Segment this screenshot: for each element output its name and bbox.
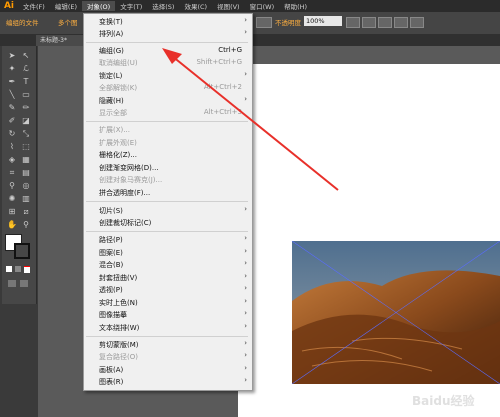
menu-select[interactable]: 选择(S) <box>147 1 179 11</box>
symbol-sprayer-tool-icon[interactable]: ✺ <box>6 193 18 204</box>
menu-item-group[interactable]: 编组(G) Ctrl+G <box>84 45 252 58</box>
menu-item-create-gradient-mesh[interactable]: 创建渐变网格(D)... <box>84 162 252 175</box>
object-menu-dropdown: 变换(T) › 排列(A) › 编组(G) Ctrl+G 取消编组(U) Shift+C… <box>83 13 253 391</box>
menu-item-image-trace[interactable]: 图像描摹 › <box>84 309 252 322</box>
selection-tool-icon[interactable]: ➤ <box>6 50 18 61</box>
scale-tool-icon[interactable]: ⤡ <box>20 128 32 139</box>
rotate-tool-icon[interactable]: ↻ <box>6 128 18 139</box>
menu-item-graph[interactable]: 图表(R) › <box>84 376 252 389</box>
menu-item-expand-appearance: 扩展外观(E) <box>99 139 137 147</box>
menu-item-arrange[interactable]: 排列(A) › <box>84 28 252 41</box>
free-transform-tool-icon[interactable]: ⬚ <box>20 141 32 152</box>
selection-count-label: 多个图 <box>58 19 78 27</box>
menu-item-expand: 扩展(X)... <box>99 126 130 134</box>
zoom-field[interactable]: 100% <box>304 16 342 26</box>
type-tool-icon[interactable]: T <box>20 76 32 87</box>
menu-item-hide[interactable]: 隐藏(H) › <box>84 95 252 108</box>
magic-wand-tool-icon[interactable]: ✦ <box>6 63 18 74</box>
menu-type[interactable]: 文字(T) <box>115 1 147 11</box>
menu-item-lock[interactable]: 锁定(L) › <box>84 70 252 83</box>
menu-item-envelope-distort[interactable]: 封套扭曲(V) › <box>84 272 252 285</box>
menu-item-flatten-transparency[interactable]: 拼合透明度(F)... <box>84 187 252 200</box>
isolate-icon[interactable] <box>394 17 408 28</box>
menu-item-clipping-mask[interactable]: 剪切蒙版(M) › <box>84 339 252 352</box>
eyedropper-tool-icon[interactable]: ⚲ <box>6 180 18 191</box>
menu-item-transform[interactable]: 变换(T) › <box>84 16 252 29</box>
color-mode-icon[interactable] <box>6 266 12 272</box>
graph-tool-icon[interactable]: ▥ <box>20 193 32 204</box>
stroke-color-swatch[interactable] <box>14 243 30 259</box>
rectangle-tool-icon[interactable]: ▭ <box>20 89 32 100</box>
mesh-tool-icon[interactable]: ⌗ <box>6 167 18 178</box>
menu-separator <box>86 121 248 122</box>
perspective-grid-tool-icon[interactable]: ▦ <box>20 154 32 165</box>
menu-item-slice[interactable]: 切片(S) › <box>84 205 252 218</box>
artboard-tool-icon[interactable]: ⊞ <box>6 206 18 217</box>
menu-item-show-all: 显示全部 Alt+Ctrl+3 <box>99 108 242 117</box>
eraser-tool-icon[interactable]: ◪ <box>20 115 32 126</box>
menu-separator <box>86 201 248 202</box>
document-tab-title: 未标题-3* <box>40 37 67 44</box>
menu-item-artboards[interactable]: 画板(A) › <box>84 364 252 377</box>
menu-view[interactable]: 视图(V) <box>212 1 245 11</box>
menu-separator <box>86 231 248 232</box>
document-tab[interactable]: 未标题-3* <box>36 35 86 46</box>
pen-tool-icon[interactable]: ✒ <box>6 76 18 87</box>
menu-item-unlock-all: 全部解锁(K) Alt+Ctrl+2 <box>99 83 242 92</box>
menu-item-create-object-mosaic: 创建对象马赛克(J)... <box>99 176 163 184</box>
options-icon[interactable] <box>410 17 424 28</box>
blob-brush-tool-icon[interactable]: ✐ <box>6 115 18 126</box>
hand-tool-icon[interactable]: ✋ <box>6 219 18 230</box>
menu-item-ungroup: 取消编组(U) Shift+Ctrl+G <box>99 58 242 67</box>
menu-object[interactable]: 对象(O) <box>82 1 116 11</box>
menu-effect[interactable]: 效果(C) <box>179 1 212 11</box>
menu-separator <box>86 42 248 43</box>
desert-photo[interactable] <box>292 241 500 384</box>
zoom-tool-icon[interactable]: ⚲ <box>20 219 32 230</box>
direct-selection-tool-icon[interactable]: ↖ <box>20 50 32 61</box>
width-tool-icon[interactable]: ⌇ <box>6 141 18 152</box>
pencil-tool-icon[interactable]: ✏ <box>20 102 32 113</box>
opacity-label[interactable]: 不透明度 <box>275 17 301 27</box>
menu-item-live-paint[interactable]: 实时上色(N) › <box>84 297 252 310</box>
brush-tool-icon[interactable]: ✎ <box>6 102 18 113</box>
app-logo: Ai <box>3 1 15 11</box>
graphic-style-swatch[interactable] <box>256 17 272 28</box>
menu-item-perspective[interactable]: 透视(P) › <box>84 284 252 297</box>
line-tool-icon[interactable]: ╲ <box>6 89 18 100</box>
menu-item-create-trim-marks[interactable]: 创建裁切标记(C) <box>84 217 252 230</box>
watermark: Baidu经验 <box>412 392 475 409</box>
transform-icon[interactable] <box>378 17 392 28</box>
arrange-icon[interactable] <box>346 17 360 28</box>
lasso-tool-icon[interactable]: ℒ <box>20 63 32 74</box>
menu-separator <box>86 336 248 337</box>
menu-item-path[interactable]: 路径(P) › <box>84 234 252 247</box>
menu-item-compound-path: 复合路径(O) › <box>99 351 247 361</box>
watermark-text: Baidu经验 <box>412 394 475 408</box>
gradient-tool-icon[interactable]: ▤ <box>20 167 32 178</box>
shape-builder-tool-icon[interactable]: ◈ <box>6 154 18 165</box>
menu-edit[interactable]: 编辑(E) <box>50 1 82 11</box>
menu-item-text-wrap[interactable]: 文本绕排(W) › <box>84 322 252 335</box>
gradient-mode-icon[interactable] <box>15 266 21 272</box>
screen-mode-icon[interactable] <box>20 280 28 287</box>
menu-file[interactable]: 文件(F) <box>18 1 50 11</box>
selection-type-label: 编组的文件 <box>6 19 39 27</box>
menu-item-blend[interactable]: 混合(B) › <box>84 259 252 272</box>
menu-item-pattern[interactable]: 图案(E) › <box>84 247 252 260</box>
draw-mode-icon[interactable] <box>8 280 16 287</box>
align-icon[interactable] <box>362 17 376 28</box>
menu-window[interactable]: 窗口(W) <box>245 1 280 11</box>
menu-help[interactable]: 帮助(H) <box>279 1 312 11</box>
menu-item-rasterize[interactable]: 栅格化(Z)... <box>84 149 252 162</box>
menu-bar: Ai 文件(F) 编辑(E) 对象(O) 文字(T) 选择(S) 效果(C) 视… <box>0 0 500 12</box>
blend-tool-icon[interactable]: ◎ <box>20 180 32 191</box>
tools-panel: ➤ ↖ ✦ ℒ ✒ T ╲ ▭ ✎ ✏ ✐ ◪ ↻ ⤡ ⌇ ⬚ ◈ ▦ ⌗ ▤ … <box>2 46 37 304</box>
none-mode-icon[interactable] <box>24 266 30 273</box>
slice-tool-icon[interactable]: ⧄ <box>20 206 32 217</box>
